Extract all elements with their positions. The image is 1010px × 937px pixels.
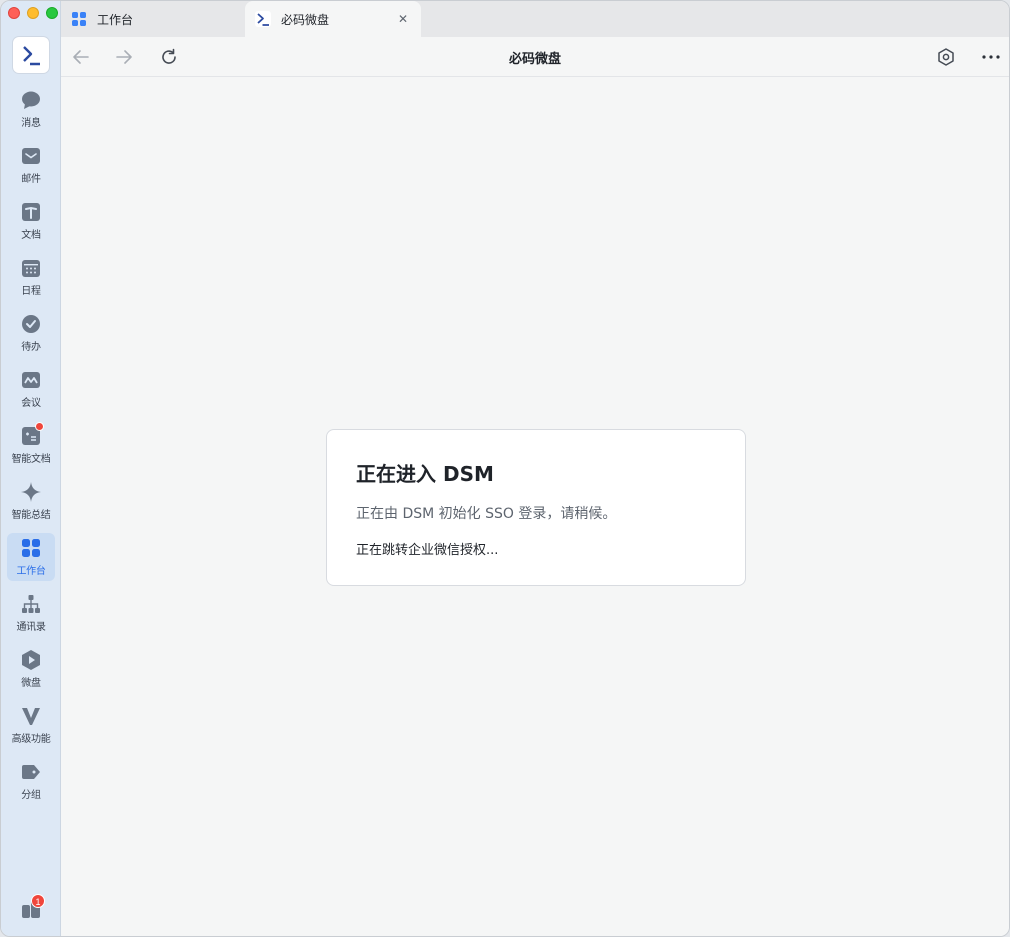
minimize-window-button[interactable] xyxy=(27,7,39,19)
sidebar-item-smart-summary[interactable]: 智能总结 xyxy=(7,477,55,525)
close-tab-icon[interactable]: ✕ xyxy=(395,11,411,27)
app-window: 消息 邮件 文档 日程 待办 会议 智能文档 智能总结 工作台 通讯录 微盘 高… xyxy=(0,0,1010,937)
page-title: 必码微盘 xyxy=(508,52,561,67)
tab-label: 必码微盘 xyxy=(281,12,330,27)
card-status: 正在跳转企业微信授权... xyxy=(356,543,499,558)
drive-icon xyxy=(20,649,42,671)
sidebar-item-label: 智能总结 xyxy=(11,510,51,521)
sidebar-item-calendar[interactable]: 日程 xyxy=(7,253,55,301)
app-logo-avatar[interactable] xyxy=(13,37,49,73)
workbench-icon xyxy=(20,537,42,559)
notification-dot xyxy=(35,422,44,431)
sidebar-item-mail[interactable]: 邮件 xyxy=(7,141,55,189)
card-subtitle: 正在由 DSM 初始化 SSO 登录，请稍候。 xyxy=(356,506,617,522)
sidebar-item-label: 通讯录 xyxy=(16,622,46,633)
sidebar-item-label: 日程 xyxy=(21,286,41,297)
sso-loading-card: 正在进入 DSM 正在由 DSM 初始化 SSO 登录，请稍候。 正在跳转企业微… xyxy=(326,429,746,586)
close-window-button[interactable] xyxy=(8,7,20,19)
document-icon xyxy=(20,201,42,223)
more-button[interactable] xyxy=(981,47,1001,67)
mail-icon xyxy=(20,145,42,167)
tab-workbench[interactable]: 工作台 xyxy=(61,1,244,37)
sidebar-item-smart-doc[interactable]: 智能文档 xyxy=(7,421,55,469)
prompt-logo-icon xyxy=(23,46,40,66)
sidebar-item-workbench[interactable]: 工作台 xyxy=(7,533,55,581)
message-icon xyxy=(20,89,42,111)
zoom-window-button[interactable] xyxy=(46,7,58,19)
web-content: 正在进入 DSM 正在由 DSM 初始化 SSO 登录，请稍候。 正在跳转企业微… xyxy=(61,77,1009,936)
unread-badge: 1 xyxy=(31,894,45,908)
sidebar-item-label: 分组 xyxy=(21,790,41,801)
card-title: 正在进入 DSM xyxy=(356,462,494,486)
sidebar-item-messages[interactable]: 消息 xyxy=(7,85,55,133)
sidebar-item-label: 邮件 xyxy=(21,174,41,185)
calendar-icon xyxy=(20,257,42,279)
sidebar-item-label: 微盘 xyxy=(21,678,41,689)
sidebar-item-docs[interactable]: 文档 xyxy=(7,197,55,245)
tab-drive[interactable]: 必码微盘 ✕ xyxy=(245,1,421,37)
sidebar-item-label: 工作台 xyxy=(16,566,46,577)
settings-button[interactable] xyxy=(936,47,956,67)
sidebar-item-meeting[interactable]: 会议 xyxy=(7,365,55,413)
todo-icon xyxy=(20,313,42,335)
prompt-logo-icon xyxy=(255,11,271,27)
sidebar-item-groups[interactable]: 分组 xyxy=(7,757,55,805)
advanced-icon xyxy=(20,705,42,727)
contacts-icon xyxy=(20,593,42,615)
sidebar-item-label: 文档 xyxy=(21,230,41,241)
toolbar: 必码微盘 xyxy=(61,37,1009,77)
sidebar-item-label: 待办 xyxy=(21,342,41,353)
sidebar-item-label: 消息 xyxy=(21,118,41,129)
tab-label: 工作台 xyxy=(97,12,134,27)
sidebar: 消息 邮件 文档 日程 待办 会议 智能文档 智能总结 工作台 通讯录 微盘 高… xyxy=(1,1,61,936)
sidebar-item-advanced[interactable]: 高级功能 xyxy=(7,701,55,749)
sidebar-item-label: 高级功能 xyxy=(11,734,51,745)
sidebar-item-contacts[interactable]: 通讯录 xyxy=(7,589,55,637)
sidebar-item-label: 会议 xyxy=(21,398,41,409)
workbench-icon xyxy=(71,11,87,27)
tag-icon xyxy=(20,761,42,783)
sidebar-item-drive[interactable]: 微盘 xyxy=(7,645,55,693)
window-controls xyxy=(8,7,58,19)
more-icon xyxy=(982,55,1000,59)
sidebar-item-label: 智能文档 xyxy=(11,454,51,465)
sidebar-item-todo[interactable]: 待办 xyxy=(7,309,55,357)
meeting-icon xyxy=(20,369,42,391)
hexagon-settings-icon xyxy=(938,48,954,66)
sparkle-icon xyxy=(20,481,42,503)
sidebar-nav: 消息 邮件 文档 日程 待办 会议 智能文档 智能总结 工作台 通讯录 微盘 高… xyxy=(7,85,55,813)
tab-strip: 工作台 必码微盘 ✕ xyxy=(61,1,1009,37)
